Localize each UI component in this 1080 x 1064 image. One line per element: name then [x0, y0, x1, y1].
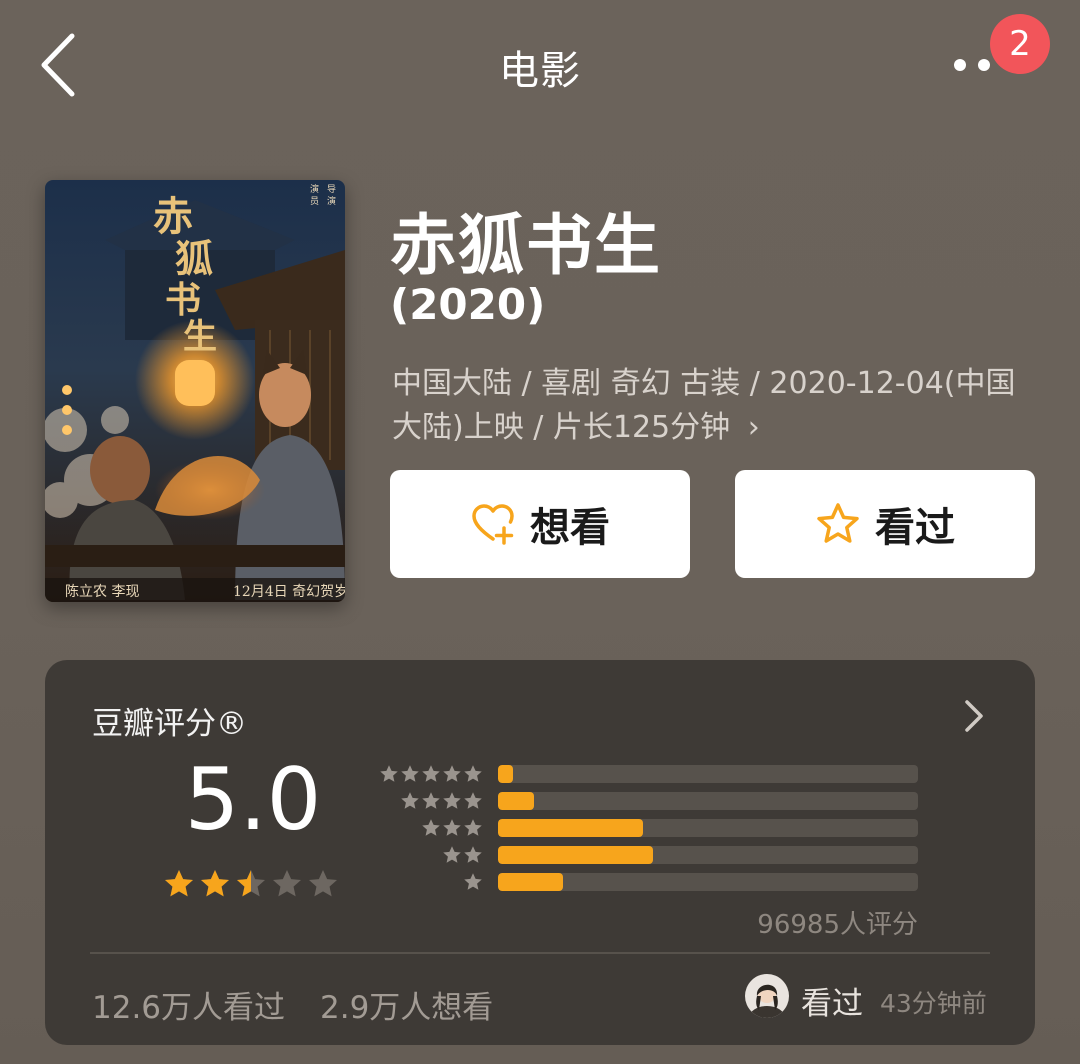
movie-meta-text: 中国大陆 / 喜剧 奇幻 古装 / 2020-12-04(中国大陆)上映 / 片…	[392, 366, 1016, 445]
small-star-icon	[422, 792, 440, 809]
star-outline-icon	[817, 503, 859, 543]
small-star-icon	[422, 765, 440, 782]
poster-cast-text: 陈立农 李现	[65, 583, 139, 600]
distribution-row-2-star	[45, 845, 1035, 865]
small-star-icon	[422, 819, 440, 836]
poster-release-text: 12月4日 奇幻贺岁	[233, 583, 345, 600]
distribution-bar-fill	[498, 873, 564, 891]
distribution-stars	[441, 845, 483, 865]
svg-text:赤: 赤	[153, 193, 193, 240]
distribution-row-3-star	[45, 818, 1035, 838]
distribution-stars	[420, 818, 483, 838]
distribution-track	[498, 819, 918, 837]
distribution-track	[498, 792, 918, 810]
svg-text:书: 书	[165, 279, 201, 321]
small-star-icon	[464, 765, 482, 782]
chevron-right-icon: ›	[747, 410, 760, 445]
want-to-watch-label: 想看	[530, 505, 610, 551]
distribution-track	[498, 846, 918, 864]
svg-text:生: 生	[183, 317, 217, 357]
friend-activity-action: 看过	[801, 986, 863, 1022]
distribution-stars	[462, 872, 483, 892]
want-count[interactable]: 2.9万人想看	[320, 982, 493, 1027]
distribution-bar-fill	[498, 846, 654, 864]
small-star-icon	[401, 792, 419, 809]
movie-meta[interactable]: 中国大陆 / 喜剧 奇幻 古装 / 2020-12-04(中国大陆)上映 / 片…	[392, 362, 1032, 450]
distribution-bar-fill	[498, 765, 513, 783]
watched-button[interactable]: 看过	[735, 470, 1035, 578]
svg-text:狐: 狐	[175, 236, 213, 281]
rating-card[interactable]: 豆瓣评分® 5.0 96985人评分 12.6万人看过 2.9万人想看 看过 4…	[45, 660, 1035, 1045]
movie-year: (2020)	[390, 280, 546, 329]
movie-detail-screen: 电影 2 赤 狐 书 生 演 员 导 演 陈立农 李现 12月4日 奇幻贺岁 赤…	[0, 0, 1080, 1064]
small-star-icon	[380, 765, 398, 782]
distribution-track	[498, 873, 918, 891]
rating-label: 豆瓣评分®	[92, 706, 247, 742]
movie-poster[interactable]: 赤 狐 书 生 演员 导演 陈立农 李现 12月4日 奇幻贺岁	[45, 180, 345, 602]
seen-count[interactable]: 12.6万人看过	[92, 982, 285, 1027]
distribution-bar-fill	[498, 792, 534, 810]
friend-activity-time: 43分钟前	[880, 989, 987, 1018]
small-star-icon	[464, 792, 482, 809]
svg-text:演: 演	[310, 183, 319, 195]
more-dot-icon	[978, 59, 990, 71]
distribution-track	[498, 765, 918, 783]
distribution-row-4-star	[45, 791, 1035, 811]
distribution-stars	[378, 764, 483, 784]
distribution-row-5-star	[45, 764, 1035, 784]
distribution-bar-fill	[498, 819, 643, 837]
watched-label: 看过	[875, 505, 955, 551]
small-star-icon	[443, 792, 461, 809]
small-star-icon	[401, 765, 419, 782]
small-star-icon	[443, 819, 461, 836]
distribution-stars	[399, 791, 483, 811]
movie-title: 赤狐书生	[390, 207, 662, 284]
small-star-icon	[443, 765, 461, 782]
chevron-right-icon[interactable]	[957, 696, 991, 736]
want-to-watch-button[interactable]: 想看	[390, 470, 690, 578]
notification-badge[interactable]: 2	[990, 14, 1050, 74]
avatar[interactable]	[745, 974, 789, 1018]
svg-text:导: 导	[327, 184, 336, 195]
svg-text:演: 演	[327, 195, 336, 207]
svg-text:员: 员	[310, 196, 319, 207]
more-dot-icon	[954, 59, 966, 71]
small-star-icon	[464, 873, 482, 890]
divider	[90, 952, 990, 954]
raters-count: 96985人评分	[757, 910, 918, 940]
small-star-icon	[464, 846, 482, 863]
heart-plus-icon	[472, 504, 514, 545]
small-star-icon	[443, 846, 461, 863]
distribution-row-1-star	[45, 872, 1035, 892]
small-star-icon	[464, 819, 482, 836]
page-title: 电影	[499, 48, 581, 94]
